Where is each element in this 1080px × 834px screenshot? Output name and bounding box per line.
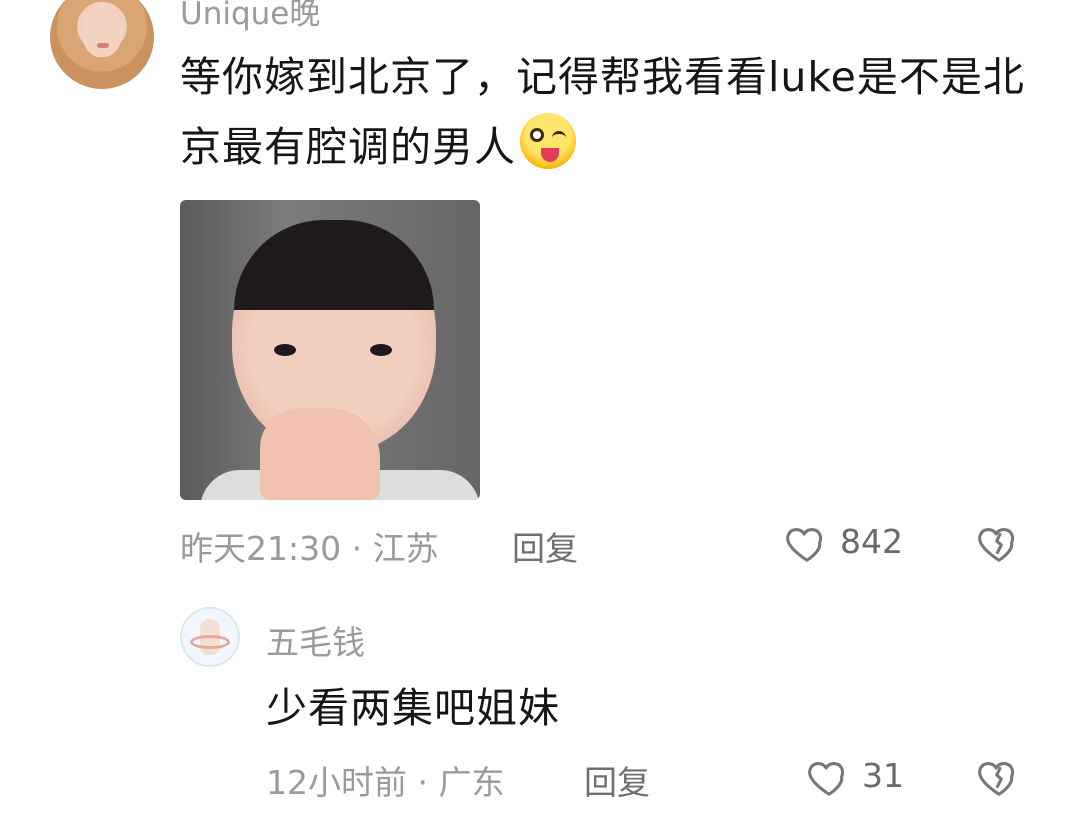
reply-button[interactable]: 回复: [512, 522, 578, 570]
heart-icon[interactable]: [806, 754, 852, 800]
broken-heart-icon[interactable]: [976, 520, 1022, 566]
user-avatar[interactable]: [180, 607, 240, 667]
winking-face-with-tongue-icon: [520, 113, 576, 169]
comment-location: 广东: [438, 763, 505, 802]
image-hand: [260, 408, 380, 500]
username[interactable]: Unique晚: [180, 0, 320, 33]
heart-icon[interactable]: [784, 520, 830, 566]
user-avatar[interactable]: [50, 0, 154, 89]
comment-meta: 12小时前 · 广东: [266, 756, 505, 804]
avatar-face: [82, 5, 122, 57]
like-count: 842: [840, 522, 903, 561]
comment-text: 少看两集吧姐妹: [266, 684, 560, 732]
comment-text-body: 等你嫁到北京了，记得帮我看看luke是不是北京最有腔调的男人: [180, 53, 1025, 171]
avatar-lip: [97, 43, 109, 48]
image-eye-left: [274, 344, 296, 356]
comment-meta: 昨天21:30 · 江苏: [180, 522, 439, 570]
meta-separator: ·: [417, 763, 429, 802]
reply-button[interactable]: 回复: [584, 756, 650, 804]
meta-separator: ·: [351, 529, 363, 568]
image-hair: [234, 220, 434, 310]
comment-time: 昨天21:30: [180, 529, 342, 568]
like-count: 31: [862, 756, 904, 795]
avatar-ring: [190, 635, 230, 649]
comment-text: 等你嫁到北京了，记得帮我看看luke是不是北京最有腔调的男人: [180, 42, 1050, 182]
comment-time: 12小时前: [266, 763, 407, 802]
comment-location: 江苏: [372, 529, 439, 568]
username[interactable]: 五毛钱: [266, 616, 365, 664]
image-eye-right: [370, 344, 392, 356]
broken-heart-icon[interactable]: [976, 754, 1022, 800]
comment-image[interactable]: [180, 200, 480, 500]
